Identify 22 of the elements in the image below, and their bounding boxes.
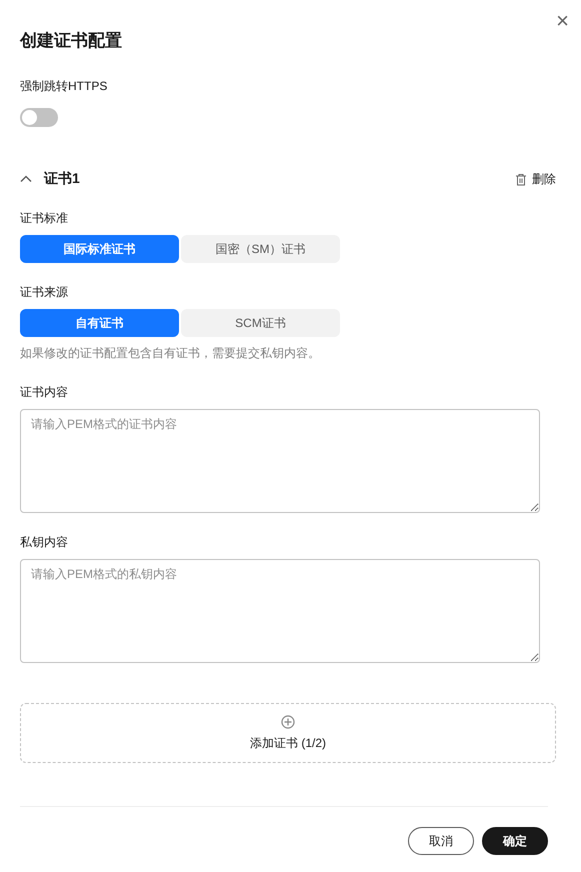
private-key-field[interactable]: 请输入PEM格式的私钥内容 <box>20 559 540 663</box>
segment-option[interactable]: SCM证书 <box>181 309 340 337</box>
toggle-switch[interactable] <box>20 108 58 127</box>
segment-option[interactable]: 国密（SM）证书 <box>181 235 340 263</box>
close-button[interactable]: × <box>556 10 569 32</box>
hint-text: 如果修改的证书配置包含自有证书，需要提交私钥内容。 <box>20 345 321 361</box>
field-label: 证书标准 <box>20 210 69 226</box>
segment-option[interactable]: 自有证书 <box>20 309 179 337</box>
confirm-button[interactable]: 确定 <box>482 827 548 855</box>
field-label: 证书内容 <box>20 384 69 400</box>
section-title: 证书1 <box>44 170 80 188</box>
cancel-button[interactable]: 取消 <box>408 827 474 855</box>
field-label: 强制跳转HTTPS <box>20 78 108 94</box>
add-certificate-button[interactable]: 添加证书 (1/2) <box>20 703 556 763</box>
certificate-content-field[interactable]: 请输入PEM格式的证书内容 <box>20 409 540 513</box>
field-label: 私钥内容 <box>20 534 69 550</box>
delete-button[interactable]: 删除 <box>515 170 556 188</box>
field-label: 证书来源 <box>20 284 69 300</box>
trash-icon <box>515 172 527 186</box>
segment-option[interactable]: 国际标准证书 <box>20 235 179 263</box>
plus-circle-icon <box>281 714 295 728</box>
dialog-title: 创建证书配置 <box>20 30 123 52</box>
